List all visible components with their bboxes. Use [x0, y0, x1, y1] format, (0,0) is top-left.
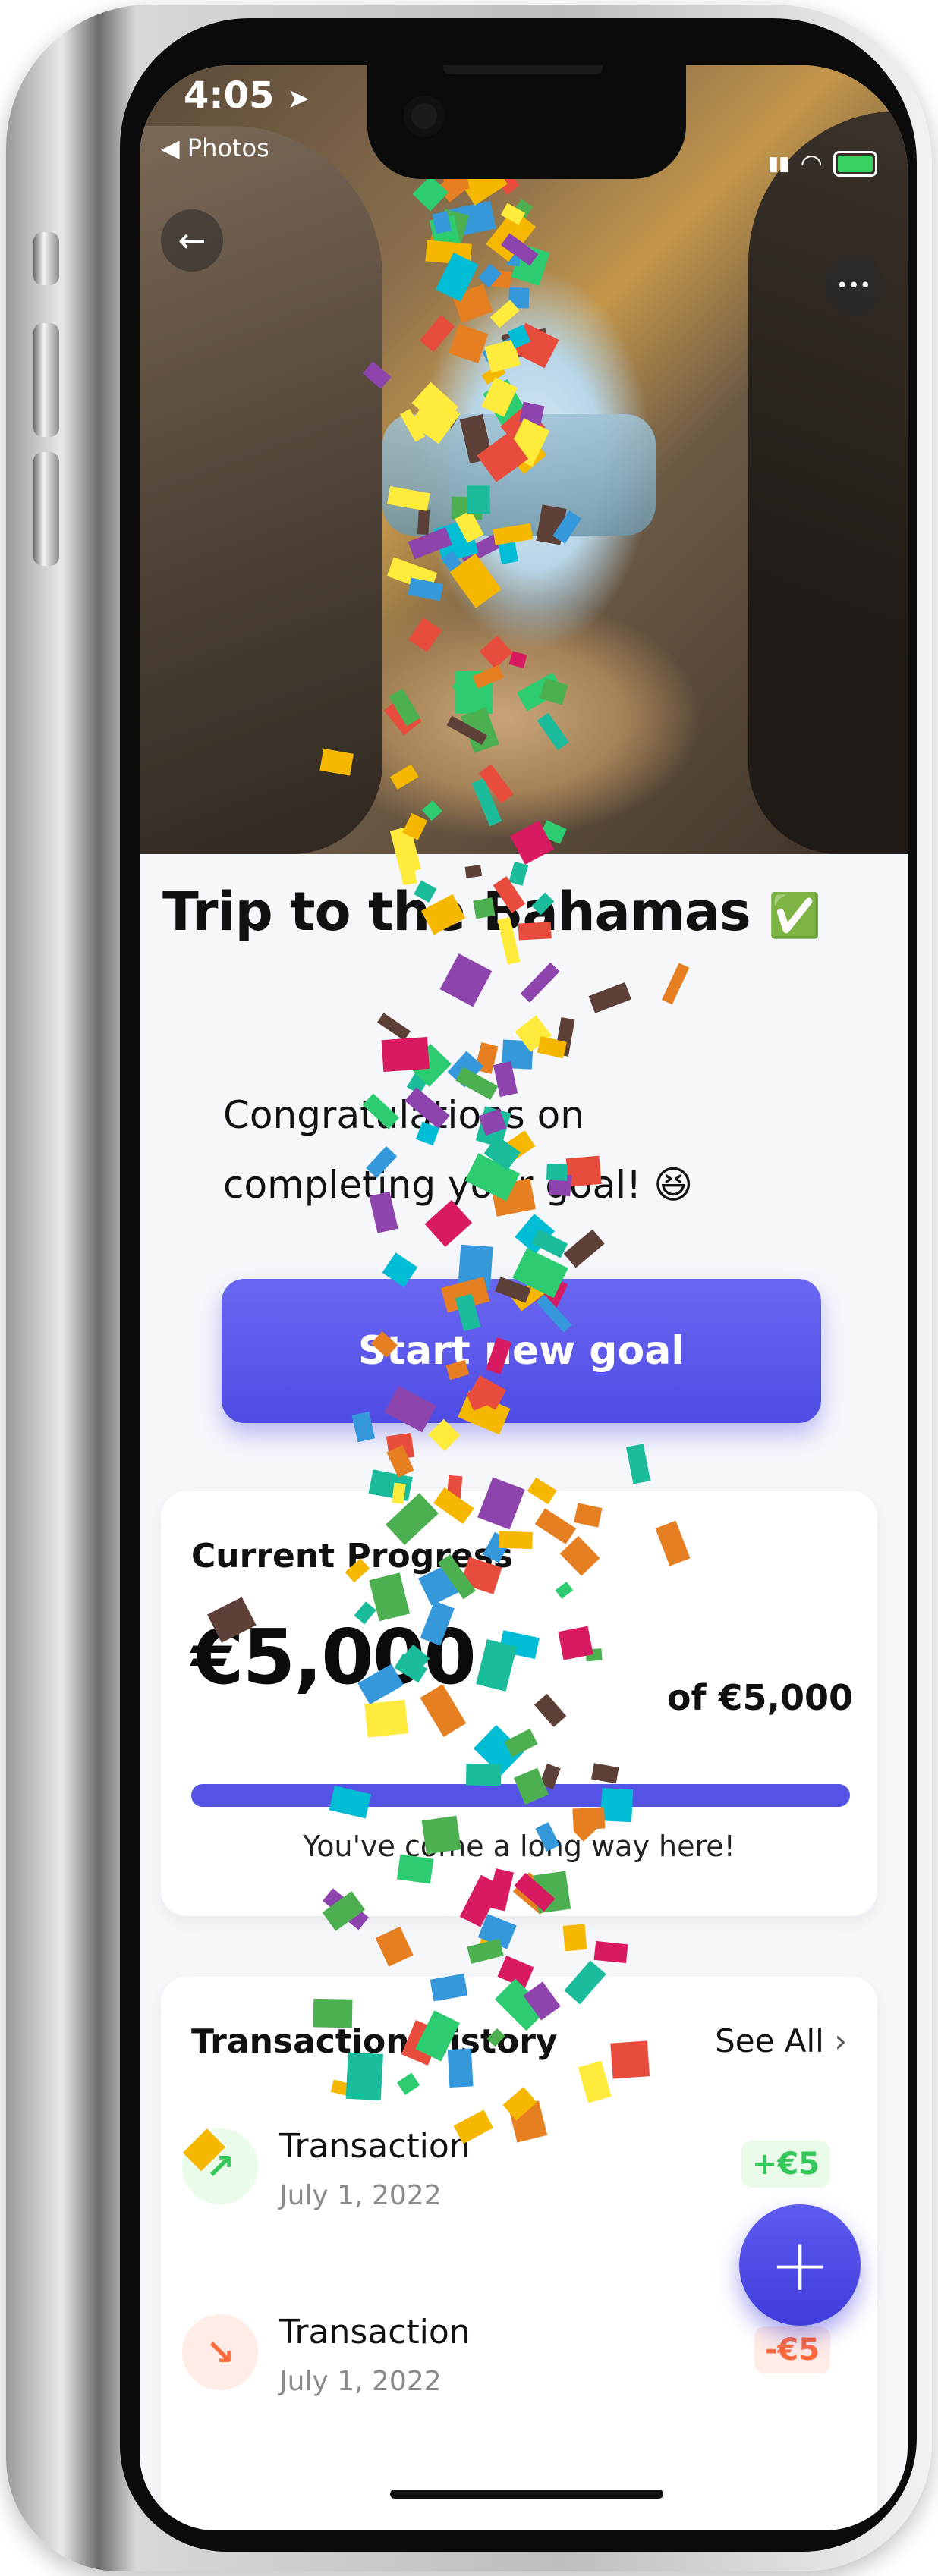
transaction-date: July 1, 2022 [279, 2366, 442, 2397]
transaction-title: Transaction [279, 2313, 471, 2351]
status-time: 4:05 ➤ [184, 74, 310, 117]
location-arrow-icon: ➤ [287, 83, 310, 115]
trend-up-icon: ↗ [182, 2128, 258, 2204]
check-mark-icon: ✅ [768, 891, 821, 941]
progress-message: You've come a long way here! [303, 1830, 735, 1863]
confetti-piece [563, 1229, 605, 1268]
more-horizontal-icon: ••• [836, 275, 871, 297]
chevron-right-icon: › [834, 2022, 847, 2059]
back-button[interactable]: ← [161, 209, 223, 272]
confetti-piece [377, 1013, 411, 1041]
add-transaction-button[interactable]: + [739, 2204, 861, 2326]
battery-charging-icon [833, 151, 877, 177]
confetti-piece [515, 1214, 556, 1255]
goal-title: Trip to the Bahamas ✅ [162, 881, 821, 943]
confetti-piece [467, 1938, 504, 1964]
hero-rock-right [748, 111, 908, 854]
progress-bar [191, 1784, 850, 1807]
progress-label: Current Progress [191, 1537, 514, 1575]
confetti-piece [474, 1931, 499, 1960]
confetti-piece [588, 982, 632, 1013]
transaction-amount: +€5 [741, 2141, 830, 2188]
more-options-button[interactable]: ••• [823, 255, 885, 317]
volume-down-button [33, 452, 59, 566]
confetti-piece [562, 1924, 587, 1952]
back-to-photos-link[interactable]: ◀ Photos [161, 134, 269, 162]
confetti-piece [520, 962, 560, 1003]
confetti-piece [474, 1042, 499, 1074]
transaction-date: July 1, 2022 [279, 2180, 442, 2211]
signal-icon: ▮▮ [767, 152, 790, 175]
hero-sea [382, 414, 656, 536]
confetti-piece [386, 1433, 415, 1461]
wifi-icon: ◠ [800, 149, 823, 179]
progress-bar-fill [191, 1784, 850, 1807]
goal-hero-photo [140, 65, 908, 854]
confetti-piece [661, 963, 690, 1005]
confetti-piece [502, 1039, 534, 1070]
laughing-emoji-icon: 😆 [653, 1163, 694, 1207]
confetti-piece [531, 1229, 568, 1258]
start-new-goal-button[interactable]: Start new goal [222, 1279, 821, 1423]
transaction-amount: -€5 [754, 2326, 830, 2373]
confetti-piece [386, 1444, 414, 1478]
confetti-piece [375, 1926, 414, 1967]
speaker [443, 65, 603, 74]
see-all-label: See All [715, 2022, 824, 2059]
phone-frame: 4:05 ➤ ◀ Photos ▮▮ ◠ ← ••• Trip to the B… [6, 5, 932, 2571]
progress-target: of €5,000 [666, 1677, 853, 1718]
arrow-left-icon: ← [178, 221, 206, 260]
see-all-link[interactable]: See All › [715, 2022, 847, 2059]
transaction-row[interactable]: ↘ Transaction July 1, 2022 -€5 [182, 2299, 865, 2428]
confetti-piece [515, 1015, 552, 1052]
goal-title-text: Trip to the Bahamas [162, 881, 751, 943]
progress-amount: €5,000 [191, 1613, 477, 1701]
app-screen: 4:05 ➤ ◀ Photos ▮▮ ◠ ← ••• Trip to the B… [140, 65, 908, 2530]
confetti-piece [593, 1940, 628, 1964]
confetti-piece [537, 1035, 567, 1059]
trend-down-icon: ↘ [182, 2314, 258, 2390]
front-camera [404, 96, 445, 137]
plus-icon: + [769, 2223, 831, 2307]
notch [367, 65, 686, 179]
completion-message-text: Congratulations on completing your goal! [223, 1093, 642, 1207]
confetti-piece [464, 865, 483, 878]
volume-up-button [33, 323, 59, 437]
confetti-piece [439, 953, 493, 1007]
current-progress-card: Current Progress €5,000 of €5,000 You've… [161, 1491, 877, 1916]
silent-switch [33, 232, 59, 285]
transaction-title: Transaction [279, 2127, 471, 2166]
confetti-piece [626, 1444, 651, 1484]
confetti-piece [381, 1037, 430, 1073]
confetti-piece [428, 1418, 461, 1452]
confetti-piece [555, 1017, 575, 1057]
transaction-history-title: Transaction History [191, 2022, 558, 2061]
completion-message: Congratulations on completing your goal!… [223, 1080, 800, 1220]
home-indicator[interactable] [390, 2490, 663, 2499]
status-icons: ▮▮ ◠ [768, 149, 877, 179]
confetti-piece [477, 1913, 517, 1949]
